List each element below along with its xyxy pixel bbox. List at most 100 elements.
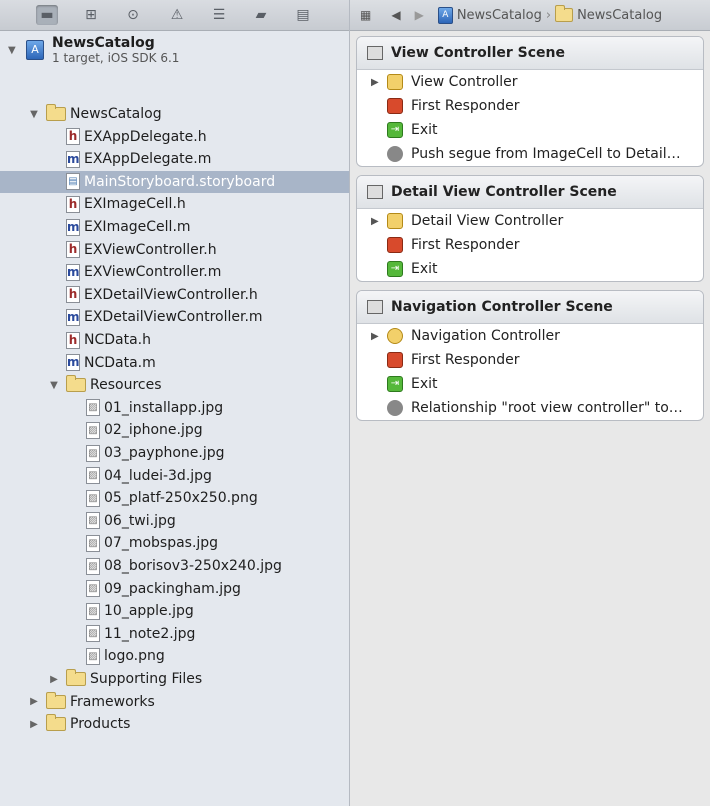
disclosure-open-icon[interactable]: ▼ bbox=[28, 109, 40, 120]
scene-panel: Navigation Controller Scene ▶ Navigation C… bbox=[356, 290, 704, 421]
segue-icon bbox=[387, 146, 403, 162]
file-tree-item-label: 10_apple.jpg bbox=[104, 603, 194, 620]
file-tree-item-label: EXViewController.h bbox=[84, 241, 217, 258]
file-tree-item[interactable]: ▶ Supporting Files bbox=[0, 668, 349, 690]
xcode-project-icon: A bbox=[26, 40, 44, 60]
file-tree-item-label: 06_twi.jpg bbox=[104, 512, 176, 529]
exit-icon: ⇥ bbox=[387, 122, 403, 138]
image-file-icon: ▨ bbox=[86, 647, 100, 665]
image-file-icon: ▨ bbox=[86, 467, 100, 485]
scene-outline-item-label: Exit bbox=[411, 376, 438, 392]
breadcrumb-project-label: NewsCatalog bbox=[456, 7, 542, 23]
file-tree-item[interactable]: ▨ 02_iphone.jpg bbox=[0, 419, 349, 441]
image-file-icon: ▨ bbox=[86, 399, 100, 417]
project-navigator-tab-icon[interactable]: ▬ bbox=[36, 5, 58, 25]
scene-outline-item[interactable]: First Responder bbox=[357, 348, 703, 372]
file-tree-item[interactable]: ▨ 09_packingham.jpg bbox=[0, 578, 349, 600]
file-tree-item[interactable]: h NCData.h bbox=[0, 329, 349, 351]
file-tree-item[interactable]: m NCData.m bbox=[0, 352, 349, 374]
file-tree-item[interactable]: h EXAppDelegate.h bbox=[0, 126, 349, 148]
disclosure-closed-icon[interactable]: ▶ bbox=[371, 216, 383, 227]
disclosure-open-icon[interactable]: ▼ bbox=[8, 45, 20, 56]
image-file-icon: ▨ bbox=[86, 512, 100, 530]
project-root[interactable]: ▼ A NewsCatalog 1 target, iOS SDK 6.1 bbox=[0, 32, 349, 68]
file-tree-item[interactable]: ▤ MainStoryboard.storyboard bbox=[0, 170, 349, 193]
first-responder-icon bbox=[387, 352, 403, 368]
scene-header[interactable]: Navigation Controller Scene bbox=[357, 291, 703, 324]
scene-outline-item[interactable]: ▶ Navigation Controller bbox=[357, 324, 703, 348]
scene-outline-item[interactable]: ⇥ Exit bbox=[357, 372, 703, 396]
file-tree-item[interactable]: ▨ 06_twi.jpg bbox=[0, 510, 349, 532]
file-tree-item[interactable]: m EXImageCell.m bbox=[0, 216, 349, 238]
scene-outline-item[interactable]: ⇥ Exit bbox=[357, 118, 703, 142]
breadcrumb-separator-icon: › bbox=[545, 7, 552, 23]
project-name: NewsCatalog bbox=[52, 34, 155, 51]
scene-header[interactable]: Detail View Controller Scene bbox=[357, 176, 703, 209]
scene-outline-item-label: Push segue from ImageCell to Detail… bbox=[411, 146, 681, 162]
scene-outline-item[interactable]: Relationship "root view controller" to… bbox=[357, 396, 703, 420]
segue-icon bbox=[387, 400, 403, 416]
log-navigator-tab-icon[interactable]: ▤ bbox=[292, 5, 314, 25]
disclosure-closed-icon[interactable]: ▶ bbox=[371, 331, 383, 342]
file-tree-item[interactable]: m EXAppDelegate.m bbox=[0, 148, 349, 170]
file-tree-item-label: EXImageCell.h bbox=[84, 196, 186, 213]
file-tree-item[interactable]: ▨ 10_apple.jpg bbox=[0, 600, 349, 622]
image-file-icon: ▨ bbox=[86, 444, 100, 462]
file-tree-item[interactable]: ▨ 03_payphone.jpg bbox=[0, 442, 349, 464]
issue-navigator-tab-icon[interactable]: ⚠ bbox=[166, 5, 188, 25]
file-tree-item[interactable]: ▨ 04_ludei-3d.jpg bbox=[0, 465, 349, 487]
disclosure-closed-icon[interactable]: ▶ bbox=[48, 674, 60, 685]
search-navigator-tab-icon[interactable]: ⊙ bbox=[122, 5, 144, 25]
folder-icon bbox=[66, 669, 86, 686]
debug-navigator-tab-icon[interactable]: ☰ bbox=[208, 5, 230, 25]
image-file-icon: ▨ bbox=[86, 421, 100, 439]
breakpoint-navigator-tab-icon[interactable]: ▰ bbox=[250, 5, 272, 25]
file-tree-item-label: EXImageCell.m bbox=[84, 219, 191, 235]
disclosure-open-icon[interactable]: ▼ bbox=[48, 380, 60, 391]
scene-icon bbox=[367, 185, 383, 199]
disclosure-closed-icon[interactable]: ▶ bbox=[371, 77, 383, 88]
file-tree-item[interactable]: h EXImageCell.h bbox=[0, 193, 349, 215]
scene-outline-item[interactable]: ▶ Detail View Controller bbox=[357, 209, 703, 233]
header-file-icon: h bbox=[66, 195, 80, 213]
file-tree-item-label: 11_note2.jpg bbox=[104, 625, 196, 642]
file-tree-item[interactable]: m EXViewController.m bbox=[0, 261, 349, 283]
exit-icon: ⇥ bbox=[387, 376, 403, 392]
scene-outline-item[interactable]: ⇥ Exit bbox=[357, 257, 703, 281]
folder-icon bbox=[46, 714, 66, 732]
file-tree-item[interactable]: h EXViewController.h bbox=[0, 239, 349, 261]
navigator-toolbar: ▬ ⊞ ⊙ ⚠ ☰ ▰ ▤ bbox=[0, 0, 349, 31]
file-tree-item[interactable]: m EXDetailViewController.m bbox=[0, 306, 349, 328]
disclosure-closed-icon[interactable]: ▶ bbox=[28, 719, 40, 730]
file-tree-item[interactable]: ▨ 07_mobspas.jpg bbox=[0, 532, 349, 554]
folder-icon bbox=[46, 691, 66, 709]
scene-outline-item[interactable]: Push segue from ImageCell to Detail… bbox=[357, 142, 703, 166]
file-tree-item[interactable]: ▼ NewsCatalog bbox=[0, 103, 349, 125]
symbol-navigator-tab-icon[interactable]: ⊞ bbox=[80, 5, 102, 25]
file-tree-item-label: EXAppDelegate.m bbox=[84, 151, 212, 168]
back-arrow-icon[interactable]: ◀ bbox=[391, 8, 400, 22]
forward-arrow-icon[interactable]: ▶ bbox=[415, 8, 424, 22]
file-tree-item-label: NCData.h bbox=[84, 332, 151, 348]
file-tree-item[interactable]: ▼ Resources bbox=[0, 374, 349, 396]
file-tree-item[interactable]: h EXDetailViewController.h bbox=[0, 284, 349, 306]
file-tree-item[interactable]: ▨ logo.png bbox=[0, 645, 349, 667]
scene-outline-item[interactable]: First Responder bbox=[357, 94, 703, 118]
scene-outline-item[interactable]: ▶ View Controller bbox=[357, 70, 703, 94]
related-items-icon[interactable]: ▦ bbox=[360, 8, 371, 22]
file-tree-item[interactable]: ▶ Products bbox=[0, 713, 349, 735]
scene-header[interactable]: View Controller Scene bbox=[357, 37, 703, 70]
file-tree-item-label: Resources bbox=[90, 377, 162, 394]
file-tree-item[interactable]: ▨ 05_platf-250x250.png bbox=[0, 487, 349, 509]
file-tree-item[interactable]: ▨ 11_note2.jpg bbox=[0, 623, 349, 645]
file-tree-item-label: 04_ludei-3d.jpg bbox=[104, 467, 212, 484]
breadcrumb-project[interactable]: A NewsCatalog bbox=[437, 6, 542, 24]
scene-outline-item[interactable]: First Responder bbox=[357, 233, 703, 257]
scene-title: Detail View Controller Scene bbox=[391, 184, 617, 200]
scene-outline-item-label: First Responder bbox=[411, 237, 520, 253]
file-tree-item[interactable]: ▨ 01_installapp.jpg bbox=[0, 397, 349, 419]
disclosure-closed-icon[interactable]: ▶ bbox=[28, 696, 40, 707]
file-tree-item[interactable]: ▨ 08_borisov3-250x240.jpg bbox=[0, 555, 349, 577]
breadcrumb-group[interactable]: NewsCatalog bbox=[555, 5, 662, 23]
file-tree-item[interactable]: ▶ Frameworks bbox=[0, 691, 349, 713]
